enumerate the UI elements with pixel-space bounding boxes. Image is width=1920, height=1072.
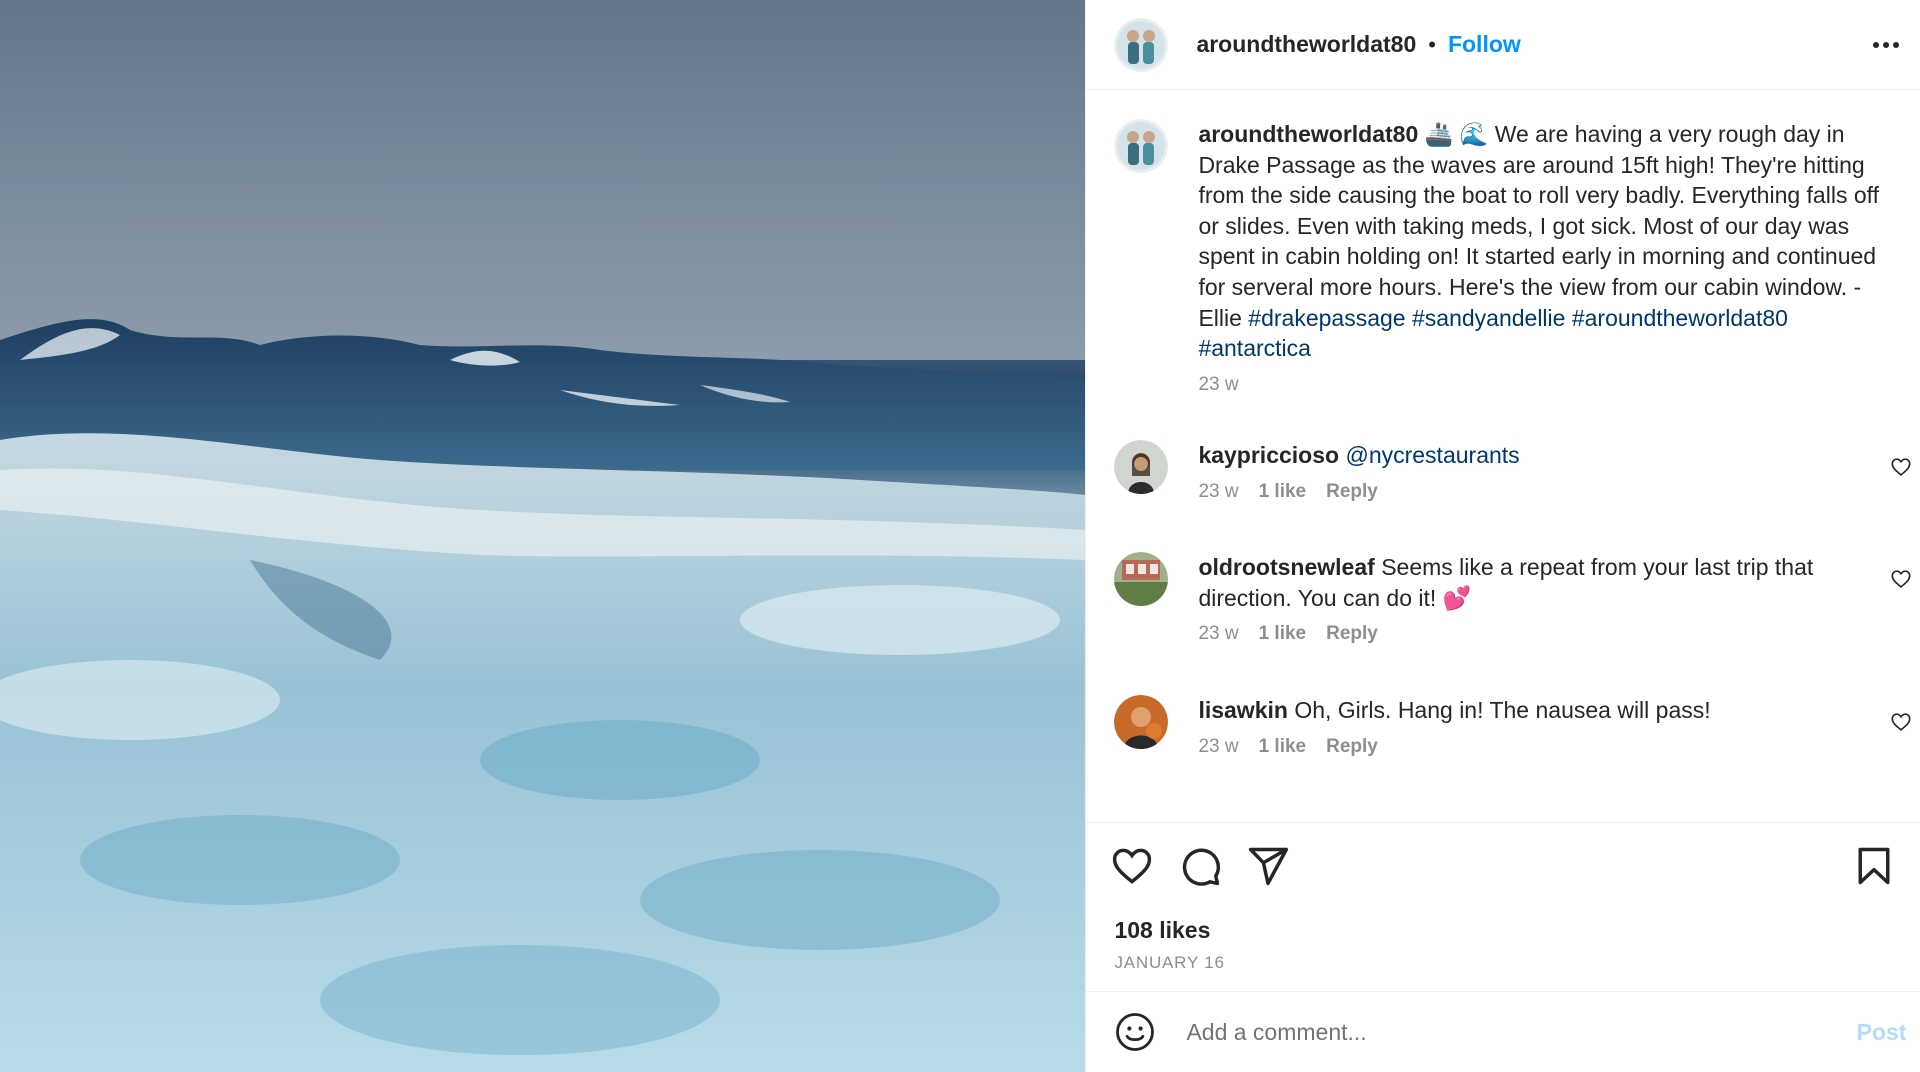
comment-like-heart-icon[interactable] [1890, 456, 1912, 478]
comment-body: lisawkin Oh, Girls. Hang in! The nausea … [1198, 695, 1894, 726]
caption-username[interactable]: aroundtheworldat80 [1198, 121, 1418, 147]
comment-meta: 23 w 1 like Reply [1198, 736, 1894, 758]
comment-text[interactable]: @nycrestaurants [1345, 442, 1519, 468]
separator-dot: • [1428, 31, 1436, 57]
reply-button[interactable]: Reply [1326, 481, 1378, 503]
post-header: aroundtheworldat80 • Follow [1086, 0, 1920, 90]
caption-text: We are having a very rough day in Drake … [1198, 121, 1879, 331]
caption-meta: 23 w [1198, 374, 1894, 396]
comment-username[interactable]: oldrootsnewleaf [1198, 554, 1374, 580]
hashtag-sandyandellie[interactable]: #sandyandellie [1412, 305, 1565, 331]
caption-time[interactable]: 23 w [1198, 374, 1238, 396]
comment-text: Oh, Girls. Hang in! The nausea will pass… [1294, 697, 1711, 723]
emoji-icon[interactable] [1114, 1011, 1156, 1053]
comment-likes[interactable]: 1 like [1259, 736, 1307, 758]
commenter-avatar[interactable] [1114, 440, 1169, 494]
caption-avatar[interactable] [1114, 119, 1169, 173]
more-horizontal-icon[interactable] [1866, 25, 1906, 65]
comment-username[interactable]: lisawkin [1198, 697, 1287, 723]
comment-item: lisawkin Oh, Girls. Hang in! The nausea … [1114, 695, 1911, 758]
add-comment-input[interactable] [1184, 1017, 1857, 1047]
post-actions: 108 likes JANUARY 16 [1086, 822, 1920, 990]
caption-text-block: aroundtheworldat80 🚢 🌊 We are having a v… [1198, 119, 1894, 364]
comment-like-heart-icon[interactable] [1890, 711, 1912, 733]
comment-likes[interactable]: 1 like [1259, 623, 1307, 645]
hashtag-drakepassage[interactable]: #drakepassage [1248, 305, 1405, 331]
comment-meta: 23 w 1 like Reply [1198, 481, 1894, 503]
comment-meta: 23 w 1 like Reply [1198, 623, 1894, 645]
instagram-post: aroundtheworldat80 • Follow aroundthewor… [0, 0, 1920, 1072]
bookmark-icon[interactable] [1852, 844, 1896, 888]
comment-item: kaypriccioso @nycrestaurants 23 w 1 like… [1114, 440, 1911, 503]
comment-like-heart-icon[interactable] [1890, 568, 1912, 590]
post-comment-button[interactable]: Post [1857, 1019, 1907, 1046]
comment-item: oldrootsnewleaf Seems like a repeat from… [1114, 552, 1911, 645]
author-username[interactable]: aroundtheworldat80 [1196, 31, 1416, 58]
comment-username[interactable]: kaypriccioso [1198, 442, 1339, 468]
heart-icon[interactable] [1110, 844, 1154, 888]
comment-time[interactable]: 23 w [1198, 736, 1238, 758]
comment-icon[interactable] [1178, 844, 1222, 888]
comment-time[interactable]: 23 w [1198, 481, 1238, 503]
ocean-waves-scene [0, 0, 1086, 1072]
comments-section[interactable]: aroundtheworldat80 🚢 🌊 We are having a v… [1086, 91, 1920, 821]
comment-body: kaypriccioso @nycrestaurants [1198, 440, 1894, 471]
commenter-avatar[interactable] [1114, 552, 1169, 606]
post-sidebar: aroundtheworldat80 • Follow aroundthewor… [1085, 0, 1920, 1072]
comment-time[interactable]: 23 w [1198, 623, 1238, 645]
reply-button[interactable]: Reply [1326, 623, 1378, 645]
post-date[interactable]: JANUARY 16 [1114, 953, 1224, 973]
post-media-image[interactable] [0, 0, 1086, 1072]
add-comment-bar: Post [1086, 991, 1920, 1072]
caption-emojis: 🚢 🌊 [1424, 121, 1489, 147]
author-avatar[interactable] [1114, 17, 1169, 72]
hashtag-antarctica[interactable]: #antarctica [1198, 335, 1311, 361]
follow-button[interactable]: Follow [1448, 31, 1521, 58]
commenter-avatar[interactable] [1114, 695, 1169, 749]
comment-body: oldrootsnewleaf Seems like a repeat from… [1198, 552, 1894, 613]
comment-likes[interactable]: 1 like [1259, 481, 1307, 503]
hashtag-aroundtheworldat80[interactable]: #aroundtheworldat80 [1572, 305, 1788, 331]
reply-button[interactable]: Reply [1326, 736, 1378, 758]
share-icon[interactable] [1246, 844, 1290, 888]
post-caption: aroundtheworldat80 🚢 🌊 We are having a v… [1114, 119, 1894, 396]
likes-count[interactable]: 108 likes [1114, 917, 1210, 944]
